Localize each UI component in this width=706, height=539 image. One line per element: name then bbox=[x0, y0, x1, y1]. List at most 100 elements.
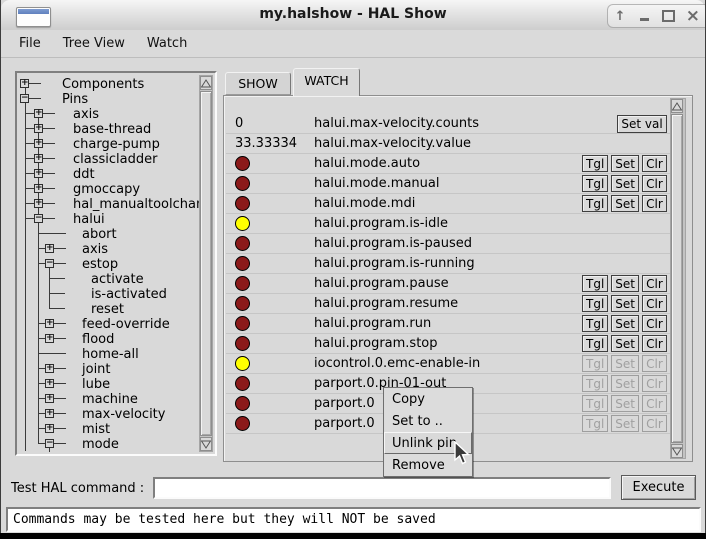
hal-command-input[interactable] bbox=[153, 477, 611, 499]
expand-plus-icon[interactable]: + bbox=[20, 79, 29, 88]
clr-button[interactable]: Clr bbox=[642, 155, 667, 172]
tree-item-feed-override[interactable]: +feed-override bbox=[19, 316, 213, 331]
clr-button[interactable]: Clr bbox=[642, 295, 667, 312]
tree-item-lube[interactable]: +lube bbox=[19, 376, 213, 391]
minimize-icon[interactable] bbox=[634, 6, 654, 26]
expand-plus-icon[interactable]: + bbox=[45, 244, 54, 253]
tab-show[interactable]: SHOW bbox=[225, 72, 291, 95]
watch-signal[interactable]: halui.program.run bbox=[314, 316, 582, 331]
scrollbar-down-arrow-icon[interactable] bbox=[200, 437, 212, 451]
expand-plus-icon[interactable]: + bbox=[45, 319, 54, 328]
watch-signal[interactable]: halui.program.resume bbox=[314, 296, 582, 311]
tree-scrollbar[interactable] bbox=[199, 75, 213, 452]
tree-item-mode[interactable]: −mode bbox=[19, 436, 213, 451]
tree-item-axis[interactable]: +axis bbox=[19, 241, 213, 256]
set-button[interactable]: Set bbox=[611, 275, 639, 292]
tree-item-classicladder[interactable]: +classicladder bbox=[19, 151, 213, 166]
scrollbar-thumb[interactable] bbox=[200, 91, 212, 436]
tgl-button[interactable]: Tgl bbox=[582, 195, 608, 212]
menu-watch[interactable]: Watch bbox=[139, 33, 195, 54]
watch-scrollbar[interactable] bbox=[670, 98, 686, 459]
tgl-button[interactable]: Tgl bbox=[582, 335, 608, 352]
clr-button[interactable]: Clr bbox=[642, 315, 667, 332]
tgl-button[interactable]: Tgl bbox=[582, 275, 608, 292]
expand-plus-icon[interactable]: + bbox=[45, 379, 54, 388]
tgl-button[interactable]: Tgl bbox=[582, 295, 608, 312]
scrollbar-up-arrow-icon[interactable] bbox=[200, 76, 212, 90]
expand-plus-icon[interactable]: + bbox=[45, 424, 54, 433]
watch-signal[interactable]: halui.mode.mdi bbox=[314, 196, 582, 211]
set-button[interactable]: Set bbox=[611, 175, 639, 192]
scrollbar-down-arrow-icon[interactable] bbox=[671, 444, 683, 458]
clr-button[interactable]: Clr bbox=[642, 195, 667, 212]
tree-item-Pins[interactable]: −Pins bbox=[19, 91, 213, 106]
set-button[interactable]: Set bbox=[611, 315, 639, 332]
clr-button[interactable]: Clr bbox=[642, 335, 667, 352]
tree-item-max-velocity[interactable]: +max-velocity bbox=[19, 406, 213, 421]
menu-file[interactable]: File bbox=[11, 33, 49, 54]
set-button[interactable]: Set bbox=[611, 295, 639, 312]
clr-button[interactable]: Clr bbox=[642, 175, 667, 192]
context-menu-item-copy[interactable]: Copy bbox=[384, 388, 472, 410]
watch-signal[interactable]: halui.max-velocity.counts bbox=[314, 116, 617, 131]
watch-signal[interactable]: halui.program.stop bbox=[314, 336, 582, 351]
collapse-minus-icon[interactable]: − bbox=[20, 94, 29, 103]
watch-signal[interactable]: halui.mode.auto bbox=[314, 156, 582, 171]
tree-item-axis[interactable]: +axis bbox=[19, 106, 213, 121]
tree-item-joint[interactable]: +joint bbox=[19, 361, 213, 376]
tree-item-Components[interactable]: +Components bbox=[19, 76, 213, 91]
expand-plus-icon[interactable]: + bbox=[45, 409, 54, 418]
set-val-button[interactable]: Set val bbox=[617, 115, 667, 133]
watch-signal[interactable]: halui.program.is-running bbox=[314, 256, 667, 271]
tree-item-halui[interactable]: −halui bbox=[19, 211, 213, 226]
tree-item-charge-pump[interactable]: +charge-pump bbox=[19, 136, 213, 151]
tab-watch[interactable]: WATCH bbox=[293, 68, 360, 96]
scrollbar-thumb[interactable] bbox=[671, 114, 683, 443]
expand-plus-icon[interactable]: + bbox=[34, 184, 43, 193]
watch-signal[interactable]: halui.max-velocity.value bbox=[314, 136, 667, 151]
tgl-button[interactable]: Tgl bbox=[582, 155, 608, 172]
expand-plus-icon[interactable]: + bbox=[34, 199, 43, 208]
execute-button[interactable]: Execute bbox=[621, 475, 696, 500]
tree-item-abort[interactable]: abort bbox=[19, 226, 213, 241]
expand-plus-icon[interactable]: + bbox=[45, 394, 54, 403]
tree-item-estop[interactable]: −estop bbox=[19, 256, 213, 271]
expand-plus-icon[interactable]: + bbox=[34, 124, 43, 133]
tree-item-hal_manualtoolchan[interactable]: +hal_manualtoolchan bbox=[19, 196, 213, 211]
set-button[interactable]: Set bbox=[611, 335, 639, 352]
set-button[interactable]: Set bbox=[611, 155, 639, 172]
expand-plus-icon[interactable]: + bbox=[45, 334, 54, 343]
watch-signal[interactable]: halui.mode.manual bbox=[314, 176, 582, 191]
tree-item-ddt[interactable]: +ddt bbox=[19, 166, 213, 181]
close-icon[interactable]: × bbox=[683, 6, 703, 26]
tgl-button[interactable]: Tgl bbox=[582, 315, 608, 332]
tree-item-machine[interactable]: +machine bbox=[19, 391, 213, 406]
clr-button[interactable]: Clr bbox=[642, 275, 667, 292]
watch-signal[interactable]: iocontrol.0.emc-enable-in bbox=[314, 356, 582, 371]
tree-item-is-activated[interactable]: is-activated bbox=[19, 286, 213, 301]
tree-item-base-thread[interactable]: +base-thread bbox=[19, 121, 213, 136]
collapse-minus-icon[interactable]: − bbox=[45, 259, 54, 268]
watch-signal[interactable]: halui.program.is-paused bbox=[314, 236, 667, 251]
collapse-minus-icon[interactable]: − bbox=[34, 214, 43, 223]
watch-signal[interactable]: halui.program.is-idle bbox=[314, 216, 667, 231]
set-button[interactable]: Set bbox=[611, 195, 639, 212]
tree-item-activate[interactable]: activate bbox=[19, 271, 213, 286]
shade-window-icon[interactable]: ↑ bbox=[610, 6, 630, 26]
tree-item-home-all[interactable]: home-all bbox=[19, 346, 213, 361]
maximize-icon[interactable] bbox=[659, 6, 679, 26]
expand-plus-icon[interactable]: + bbox=[45, 364, 54, 373]
tree-item-reset[interactable]: reset bbox=[19, 301, 213, 316]
tree-item-mist[interactable]: +mist bbox=[19, 421, 213, 436]
tgl-button[interactable]: Tgl bbox=[582, 175, 608, 192]
expand-plus-icon[interactable]: + bbox=[34, 139, 43, 148]
context-menu-item-set-to[interactable]: Set to .. bbox=[384, 410, 472, 432]
scrollbar-up-arrow-icon[interactable] bbox=[671, 99, 683, 113]
menu-tree-view[interactable]: Tree View bbox=[55, 33, 133, 54]
expand-plus-icon[interactable]: + bbox=[34, 154, 43, 163]
tree-item-gmoccapy[interactable]: +gmoccapy bbox=[19, 181, 213, 196]
expand-plus-icon[interactable]: + bbox=[34, 109, 43, 118]
collapse-minus-icon[interactable]: − bbox=[45, 439, 54, 448]
watch-signal[interactable]: halui.program.pause bbox=[314, 276, 582, 291]
expand-plus-icon[interactable]: + bbox=[34, 169, 43, 178]
